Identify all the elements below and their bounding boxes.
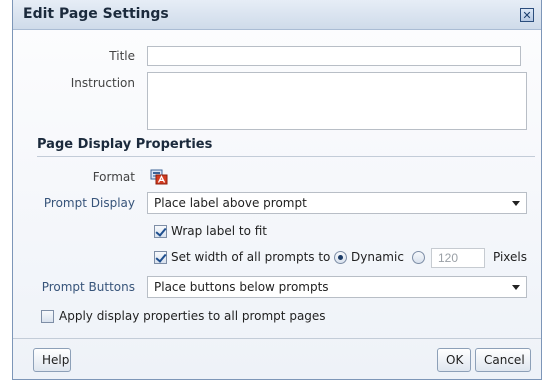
prompt-buttons-select[interactable]: Place buttons below prompts <box>147 276 527 298</box>
section-divider <box>37 156 535 157</box>
wrap-label-checkbox[interactable] <box>154 225 167 238</box>
cancel-button[interactable]: Cancel <box>475 348 531 372</box>
prompt-buttons-value: Place buttons below prompts <box>154 280 329 294</box>
prompt-display-value: Place label above prompt <box>154 196 307 210</box>
help-button[interactable]: Help <box>33 348 71 372</box>
section-heading: Page Display Properties <box>37 137 213 152</box>
ok-button[interactable]: OK <box>437 348 471 372</box>
set-width-checkbox[interactable] <box>154 251 167 264</box>
dynamic-label: Dynamic <box>351 250 404 264</box>
title-input[interactable] <box>147 46 521 66</box>
instruction-label: Instruction <box>70 76 135 90</box>
footer-divider <box>13 338 541 339</box>
pixels-label: Pixels <box>493 250 528 264</box>
prompt-display-select[interactable]: Place label above prompt <box>147 192 527 214</box>
dialog-title: Edit Page Settings <box>23 6 169 22</box>
fixed-width-radio[interactable] <box>412 251 425 264</box>
set-width-text: Set width of all prompts to <box>171 250 331 264</box>
format-icon[interactable] <box>150 169 168 185</box>
wrap-label-text: Wrap label to fit <box>171 224 268 238</box>
dialog-titlebar: Edit Page Settings ✕ <box>13 0 541 30</box>
prompt-display-label: Prompt Display <box>43 196 135 210</box>
edit-page-settings-dialog: Edit Page Settings ✕ Title Instruction P… <box>12 0 542 380</box>
chevron-down-icon <box>512 285 520 290</box>
instruction-textarea[interactable] <box>147 72 527 130</box>
close-button[interactable]: ✕ <box>520 8 534 22</box>
width-pixels-input[interactable] <box>431 248 485 268</box>
dynamic-radio[interactable] <box>334 251 347 264</box>
title-label: Title <box>109 49 135 63</box>
format-label: Format <box>92 170 135 184</box>
close-icon: ✕ <box>522 8 532 22</box>
apply-all-checkbox[interactable] <box>41 310 54 323</box>
chevron-down-icon <box>512 201 520 206</box>
prompt-buttons-label: Prompt Buttons <box>41 280 135 294</box>
apply-all-text: Apply display properties to all prompt p… <box>59 309 326 323</box>
